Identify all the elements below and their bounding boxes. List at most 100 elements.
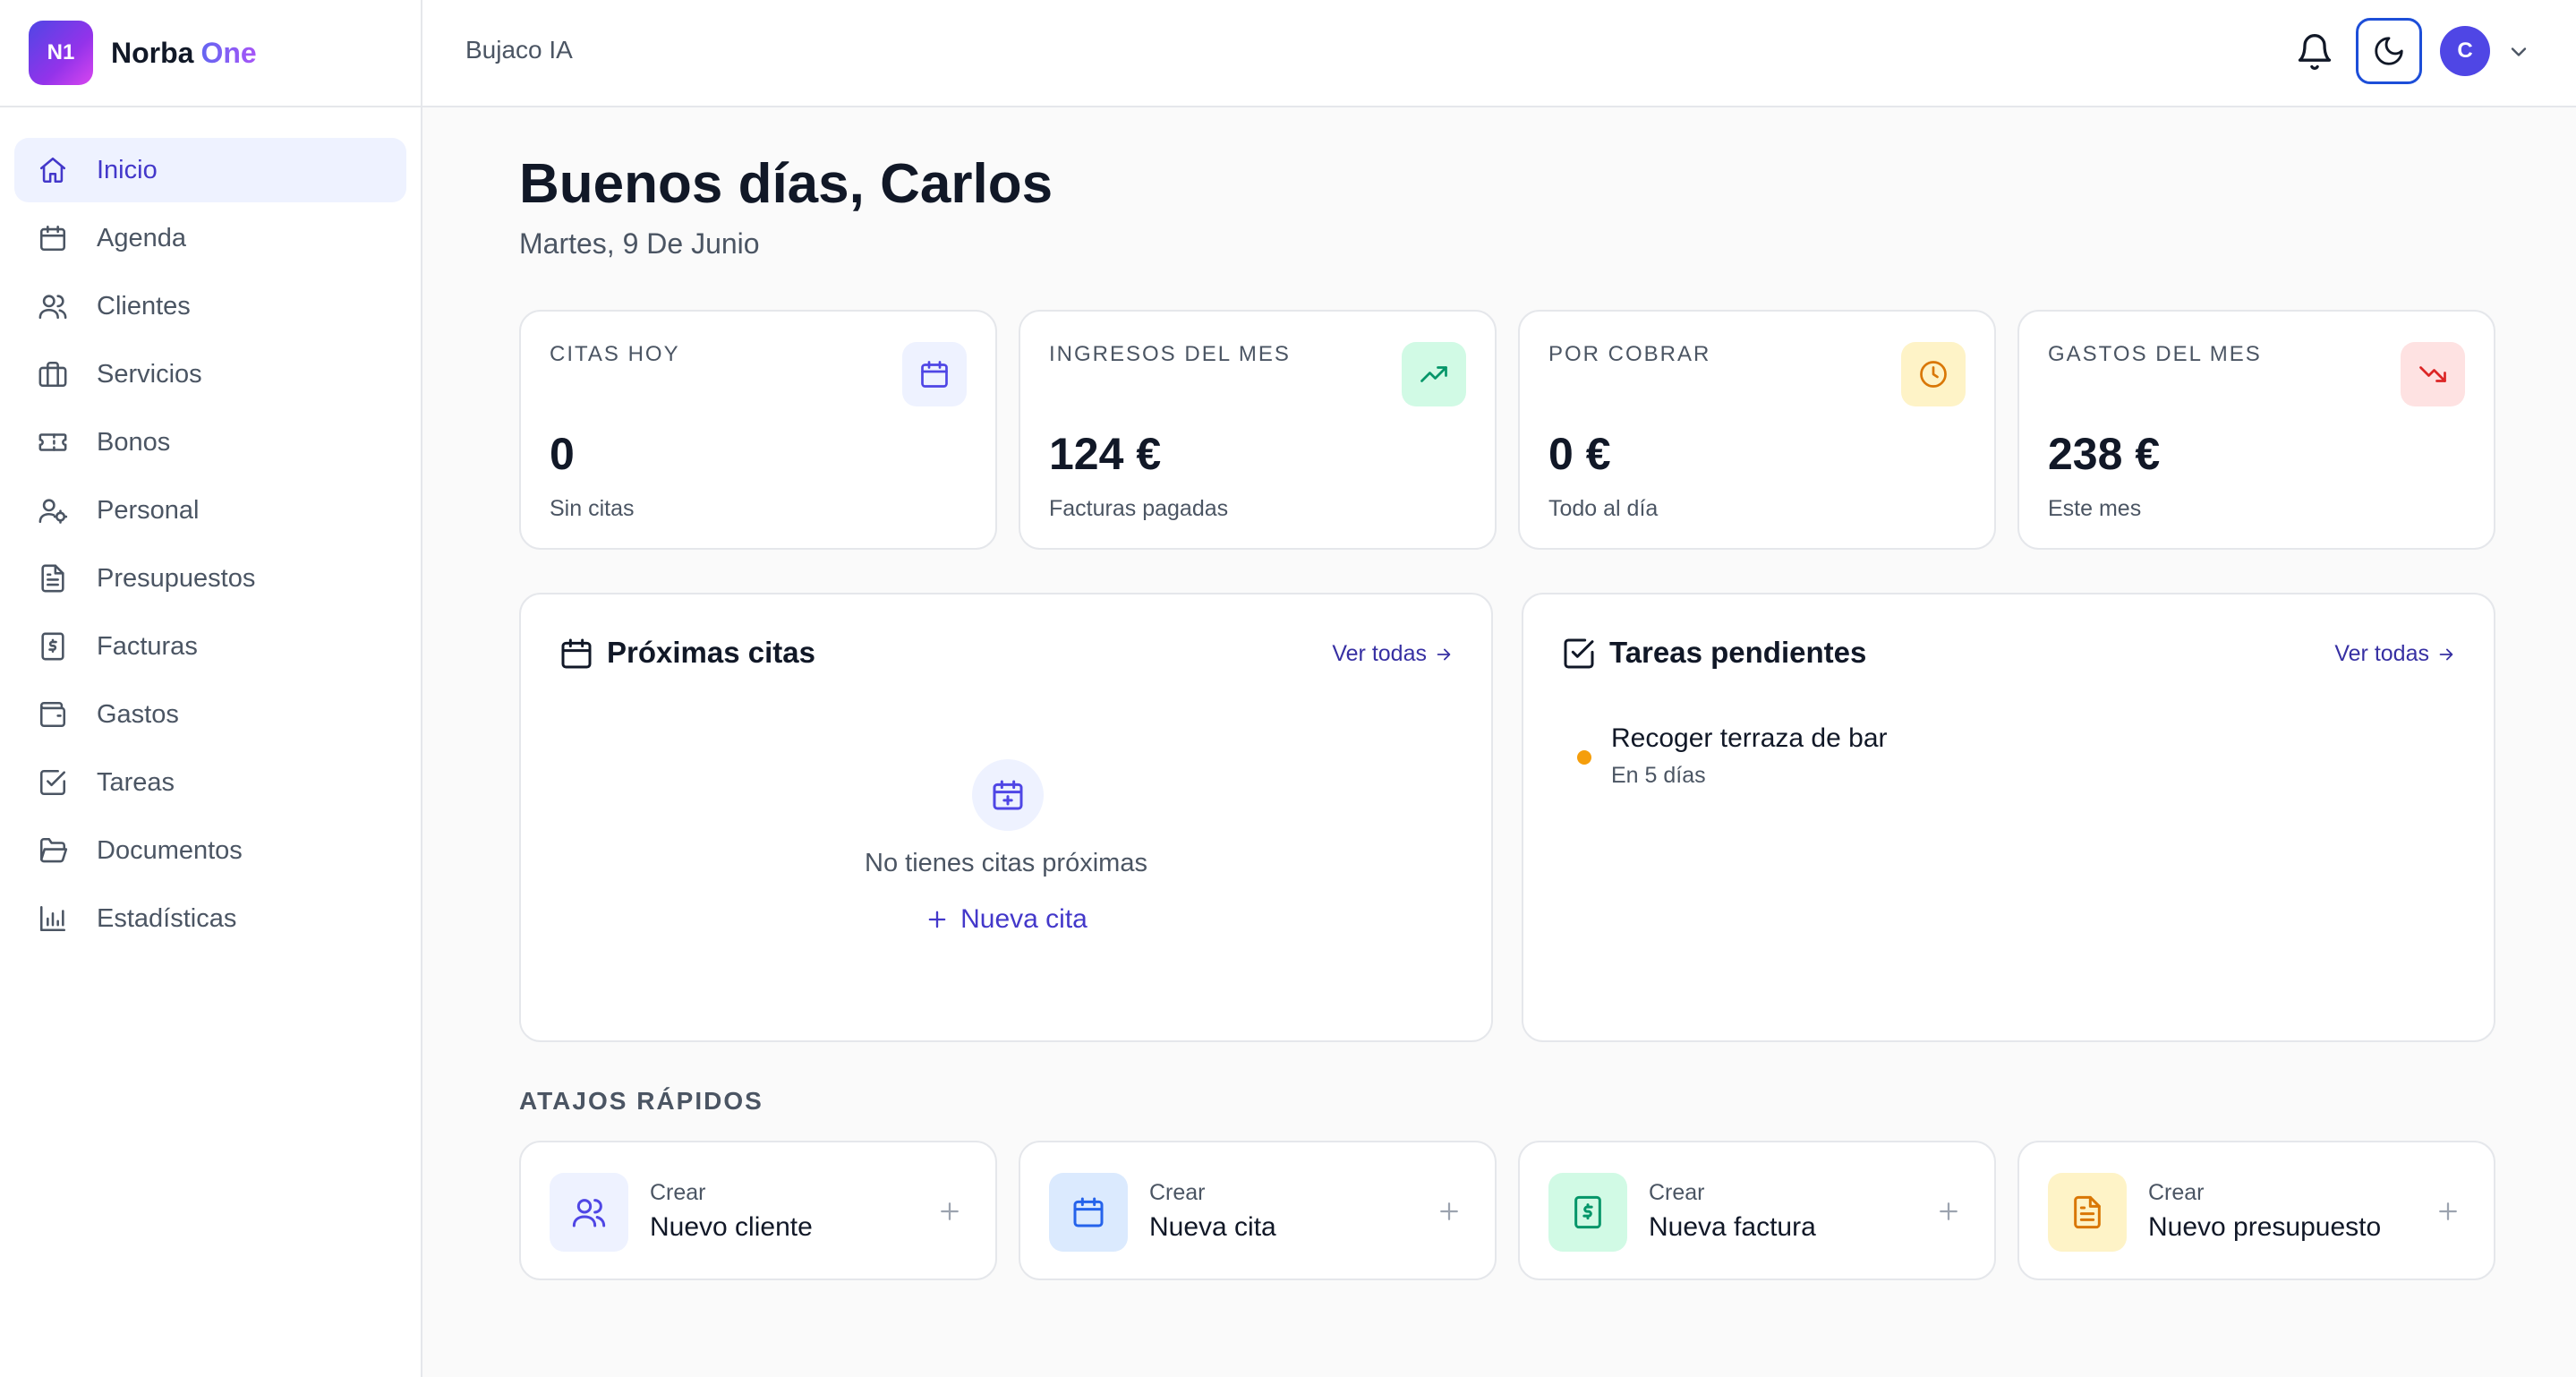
stat-label: POR COBRAR bbox=[1548, 342, 1711, 366]
brand-name: Norba bbox=[111, 36, 194, 69]
stat-value: 124 € bbox=[1049, 429, 1162, 479]
briefcase-icon bbox=[38, 359, 68, 389]
sidebar-item-label: Facturas bbox=[97, 631, 198, 661]
users-icon bbox=[550, 1173, 628, 1252]
sidebar-item-label: Presupuestos bbox=[97, 563, 256, 593]
stat-value: 0 € bbox=[1548, 429, 1611, 479]
sidebar-item-label: Estadísticas bbox=[97, 903, 237, 933]
sidebar-item-inicio[interactable]: Inicio bbox=[14, 138, 406, 202]
wallet-icon bbox=[38, 699, 68, 730]
stat-label: GASTOS DEL MES bbox=[2048, 342, 2262, 366]
plus-icon bbox=[936, 1198, 963, 1225]
shortcut-label: Nueva cita bbox=[1149, 1212, 1276, 1242]
sidebar-item-personal[interactable]: Personal bbox=[14, 478, 406, 543]
pending-tasks-panel: Tareas pendientes Ver todas Recoger terr… bbox=[1522, 593, 2495, 1042]
sidebar-item-facturas[interactable]: Facturas bbox=[14, 614, 406, 679]
theme-toggle-button[interactable] bbox=[2356, 18, 2422, 84]
view-all-label: Ver todas bbox=[1332, 641, 1427, 666]
user-cog-icon bbox=[38, 495, 68, 526]
sidebar-item-gastos[interactable]: Gastos bbox=[14, 682, 406, 747]
stat-card-ingresos[interactable]: INGRESOS DEL MES 124 € Facturas pagadas bbox=[1019, 310, 1497, 550]
view-all-appointments-link[interactable]: Ver todas bbox=[1332, 641, 1454, 667]
calendar-icon bbox=[559, 636, 594, 671]
empty-state-text: No tienes citas próximas bbox=[865, 849, 1147, 877]
sidebar-item-label: Gastos bbox=[97, 699, 179, 729]
users-icon bbox=[38, 291, 68, 321]
sidebar-item-documentos[interactable]: Documentos bbox=[14, 818, 406, 883]
bell-icon[interactable] bbox=[2295, 32, 2334, 72]
calendar-icon bbox=[1049, 1173, 1128, 1252]
sidebar-item-servicios[interactable]: Servicios bbox=[14, 342, 406, 406]
shortcut-new-client[interactable]: Crear Nuevo cliente bbox=[519, 1141, 997, 1280]
arrow-right-icon bbox=[2429, 645, 2456, 664]
sidebar-item-tareas[interactable]: Tareas bbox=[14, 750, 406, 815]
workspace-name[interactable]: Bujaco IA bbox=[465, 36, 573, 64]
shortcut-label: Nuevo cliente bbox=[650, 1212, 813, 1242]
sidebar-item-bonos[interactable]: Bonos bbox=[14, 410, 406, 475]
calendar-plus-icon bbox=[972, 759, 1044, 831]
stat-sub: Sin citas bbox=[550, 496, 635, 521]
brand[interactable]: N1 Norba One bbox=[0, 0, 421, 107]
shortcut-new-quote[interactable]: Crear Nuevo presupuesto bbox=[2017, 1141, 2495, 1280]
receipt-icon bbox=[38, 631, 68, 662]
sidebar-item-presupuestos[interactable]: Presupuestos bbox=[14, 546, 406, 611]
shortcut-new-invoice[interactable]: Crear Nueva factura bbox=[1518, 1141, 1996, 1280]
stat-sub: Este mes bbox=[2048, 496, 2142, 521]
stat-sub: Todo al día bbox=[1548, 496, 1659, 521]
new-appointment-label: Nueva cita bbox=[960, 904, 1088, 934]
sidebar-item-agenda[interactable]: Agenda bbox=[14, 206, 406, 270]
avatar[interactable]: C bbox=[2440, 26, 2490, 76]
shortcut-label: Nuevo presupuesto bbox=[2148, 1212, 2382, 1242]
brand-logo: N1 bbox=[29, 21, 93, 85]
sidebar-nav: Inicio Agenda Clientes Servicios Bonos P… bbox=[0, 107, 421, 951]
shortcut-kicker: Crear bbox=[2148, 1180, 2205, 1205]
chevron-down-icon[interactable] bbox=[2506, 39, 2531, 64]
upcoming-appointments-panel: Próximas citas Ver todas No tienes citas… bbox=[519, 593, 1493, 1042]
sidebar-item-label: Bonos bbox=[97, 427, 171, 457]
stat-card-citas-hoy[interactable]: CITAS HOY 0 Sin citas bbox=[519, 310, 997, 550]
page-title: Buenos días, Carlos bbox=[519, 153, 1053, 215]
priority-dot bbox=[1577, 750, 1591, 765]
new-appointment-button[interactable]: Nueva cita bbox=[521, 904, 1491, 935]
sidebar-item-clientes[interactable]: Clientes bbox=[14, 274, 406, 338]
plus-icon bbox=[1436, 1198, 1463, 1225]
task-due: En 5 días bbox=[1611, 763, 1706, 788]
sidebar-item-label: Personal bbox=[97, 495, 200, 525]
topbar: Bujaco IA C bbox=[422, 0, 2576, 107]
stat-label: INGRESOS DEL MES bbox=[1049, 342, 1291, 366]
plus-icon bbox=[925, 907, 960, 932]
view-all-label: Ver todas bbox=[2334, 641, 2429, 666]
ticket-icon bbox=[38, 427, 68, 458]
view-all-tasks-link[interactable]: Ver todas bbox=[2334, 641, 2456, 667]
shortcut-kicker: Crear bbox=[650, 1180, 706, 1205]
document-icon bbox=[2048, 1173, 2127, 1252]
shortcut-kicker: Crear bbox=[1149, 1180, 1206, 1205]
stat-card-gastos[interactable]: GASTOS DEL MES 238 € Este mes bbox=[2017, 310, 2495, 550]
stat-value: 238 € bbox=[2048, 429, 2161, 479]
home-icon bbox=[38, 155, 68, 185]
arrow-right-icon bbox=[1427, 645, 1454, 664]
sidebar-item-label: Clientes bbox=[97, 291, 191, 321]
trending-down-icon bbox=[2401, 342, 2465, 406]
clock-icon bbox=[1901, 342, 1966, 406]
stat-label: CITAS HOY bbox=[550, 342, 680, 366]
plus-icon bbox=[2435, 1198, 2461, 1225]
shortcut-new-appointment[interactable]: Crear Nueva cita bbox=[1019, 1141, 1497, 1280]
shortcut-label: Nueva factura bbox=[1649, 1212, 1816, 1242]
sidebar-item-label: Agenda bbox=[97, 223, 186, 252]
sidebar-item-label: Servicios bbox=[97, 359, 202, 389]
page-date: Martes, 9 De Junio bbox=[519, 227, 760, 260]
sidebar-item-label: Documentos bbox=[97, 835, 243, 865]
calendar-icon bbox=[902, 342, 967, 406]
trending-up-icon bbox=[1402, 342, 1466, 406]
receipt-icon bbox=[1548, 1173, 1627, 1252]
stat-card-por-cobrar[interactable]: POR COBRAR 0 € Todo al día bbox=[1518, 310, 1996, 550]
panel-title: Tareas pendientes bbox=[1609, 636, 1867, 669]
sidebar-item-estadisticas[interactable]: Estadísticas bbox=[14, 886, 406, 951]
stat-value: 0 bbox=[550, 429, 575, 479]
shortcut-kicker: Crear bbox=[1649, 1180, 1705, 1205]
calendar-icon bbox=[38, 223, 68, 253]
panel-title: Próximas citas bbox=[607, 636, 815, 669]
brand-accent: One bbox=[200, 36, 257, 69]
plus-icon bbox=[1935, 1198, 1962, 1225]
